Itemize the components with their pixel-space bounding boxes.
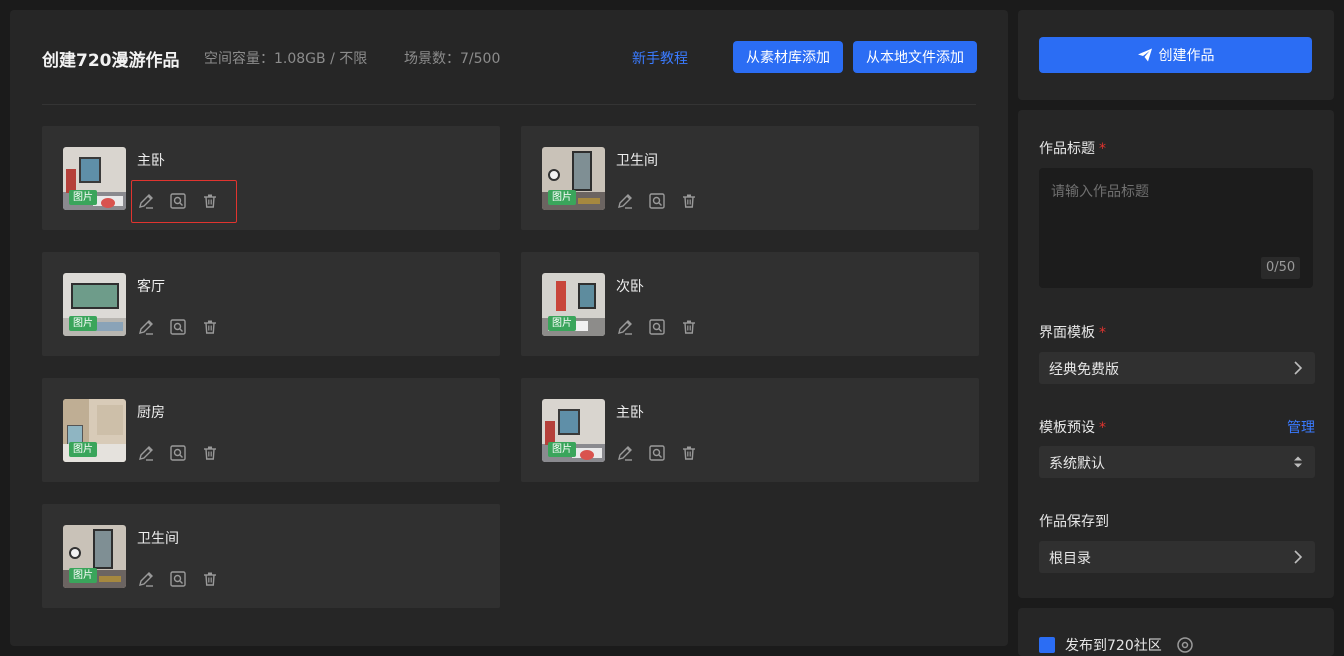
image-badge: 图片 — [69, 442, 97, 457]
template-label: 界面模板 * — [1039, 325, 1106, 341]
help-icon[interactable] — [1176, 636, 1194, 654]
scene-card[interactable]: 图片 主卧 — [42, 126, 500, 230]
scene-panel: 创建720漫游作品 空间容量：1.08GB / 不限 场景数：7/500 新手教… — [10, 10, 1008, 646]
scene-card[interactable]: 图片 厨房 — [42, 378, 500, 482]
image-badge: 图片 — [69, 568, 97, 583]
preview-icon[interactable] — [648, 192, 666, 210]
chevron-right-icon — [1291, 360, 1305, 376]
delete-icon[interactable] — [201, 570, 219, 588]
required-mark: * — [1099, 325, 1106, 341]
preview-icon[interactable] — [648, 318, 666, 336]
scene-thumbnail: 图片 — [63, 525, 126, 588]
page-title: 创建720漫游作品 — [42, 51, 180, 71]
edit-icon[interactable] — [137, 444, 155, 462]
title-label: 作品标题 * — [1039, 141, 1106, 157]
scene-card[interactable]: 图片 次卧 — [521, 252, 979, 356]
scene-thumbnail: 图片 — [542, 399, 605, 462]
preview-icon[interactable] — [169, 192, 187, 210]
template-value: 经典免费版 — [1049, 362, 1119, 378]
edit-icon[interactable] — [616, 318, 634, 336]
image-badge: 图片 — [548, 316, 576, 331]
sort-arrows-icon — [1291, 454, 1305, 470]
preview-icon[interactable] — [648, 444, 666, 462]
delete-icon[interactable] — [201, 444, 219, 462]
storage-capacity: 空间容量：1.08GB / 不限 — [204, 51, 368, 67]
chevron-right-icon — [1291, 549, 1305, 565]
scene-thumbnail: 图片 — [542, 273, 605, 336]
preset-manage-link[interactable]: 管理 — [1287, 417, 1315, 437]
scene-name: 卫生间 — [616, 153, 658, 169]
image-badge: 图片 — [548, 190, 576, 205]
work-settings-form: 作品标题* 0/50 界面模板* 经典免费版 模板预设* 管理 系统默认 作品保… — [1018, 110, 1334, 598]
edit-icon[interactable] — [137, 192, 155, 210]
template-select[interactable]: 经典免费版 — [1039, 352, 1315, 384]
publish-label: 发布到720社区 — [1065, 638, 1162, 654]
scene-name: 次卧 — [616, 279, 644, 295]
preset-label: 模板预设 * — [1039, 420, 1106, 436]
preset-value: 系统默认 — [1049, 456, 1105, 472]
create-work-button[interactable]: 创建作品 — [1039, 37, 1312, 73]
edit-icon[interactable] — [616, 444, 634, 462]
scene-thumbnail: 图片 — [542, 147, 605, 210]
create-panel: 创建作品 — [1018, 10, 1334, 100]
required-mark: * — [1099, 141, 1106, 157]
delete-icon[interactable] — [680, 192, 698, 210]
scene-thumbnail: 图片 — [63, 273, 126, 336]
header-divider — [42, 104, 976, 105]
edit-icon[interactable] — [137, 318, 155, 336]
save-to-select[interactable]: 根目录 — [1039, 541, 1315, 573]
scene-card[interactable]: 图片 主卧 — [521, 378, 979, 482]
panel-header: 创建720漫游作品 空间容量：1.08GB / 不限 场景数：7/500 新手教… — [42, 40, 977, 74]
scene-card[interactable]: 图片 卫生间 — [42, 504, 500, 608]
scene-thumbnail: 图片 — [63, 147, 126, 210]
preview-icon[interactable] — [169, 318, 187, 336]
publish-panel: 发布到720社区 — [1018, 608, 1334, 656]
add-from-local-button[interactable]: 从本地文件添加 — [853, 41, 977, 73]
scene-name: 客厅 — [137, 279, 165, 295]
add-from-library-button[interactable]: 从素材库添加 — [733, 41, 843, 73]
create-work-label: 创建作品 — [1158, 48, 1215, 64]
delete-icon[interactable] — [201, 318, 219, 336]
image-badge: 图片 — [69, 316, 97, 331]
required-mark: * — [1099, 420, 1106, 436]
scene-name: 主卧 — [137, 153, 165, 169]
preview-icon[interactable] — [169, 444, 187, 462]
send-icon — [1137, 48, 1152, 62]
scene-name: 主卧 — [616, 405, 644, 421]
edit-icon[interactable] — [137, 570, 155, 588]
scene-count: 场景数：7/500 — [404, 51, 501, 67]
edit-icon[interactable] — [616, 192, 634, 210]
delete-icon[interactable] — [201, 192, 219, 210]
scene-card[interactable]: 图片 客厅 — [42, 252, 500, 356]
preset-select[interactable]: 系统默认 — [1039, 446, 1315, 478]
scene-thumbnail: 图片 — [63, 399, 126, 462]
scene-name: 厨房 — [137, 405, 165, 421]
tutorial-link[interactable]: 新手教程 — [632, 48, 688, 68]
publish-checkbox[interactable] — [1039, 637, 1055, 653]
preview-icon[interactable] — [169, 570, 187, 588]
save-to-value: 根目录 — [1049, 551, 1091, 567]
title-char-count: 0/50 — [1261, 257, 1301, 279]
delete-icon[interactable] — [680, 318, 698, 336]
delete-icon[interactable] — [680, 444, 698, 462]
save-to-label: 作品保存到 — [1039, 514, 1109, 530]
image-badge: 图片 — [548, 442, 576, 457]
scene-name: 卫生间 — [137, 531, 179, 547]
scene-card[interactable]: 图片 卫生间 — [521, 126, 979, 230]
image-badge: 图片 — [69, 190, 97, 205]
